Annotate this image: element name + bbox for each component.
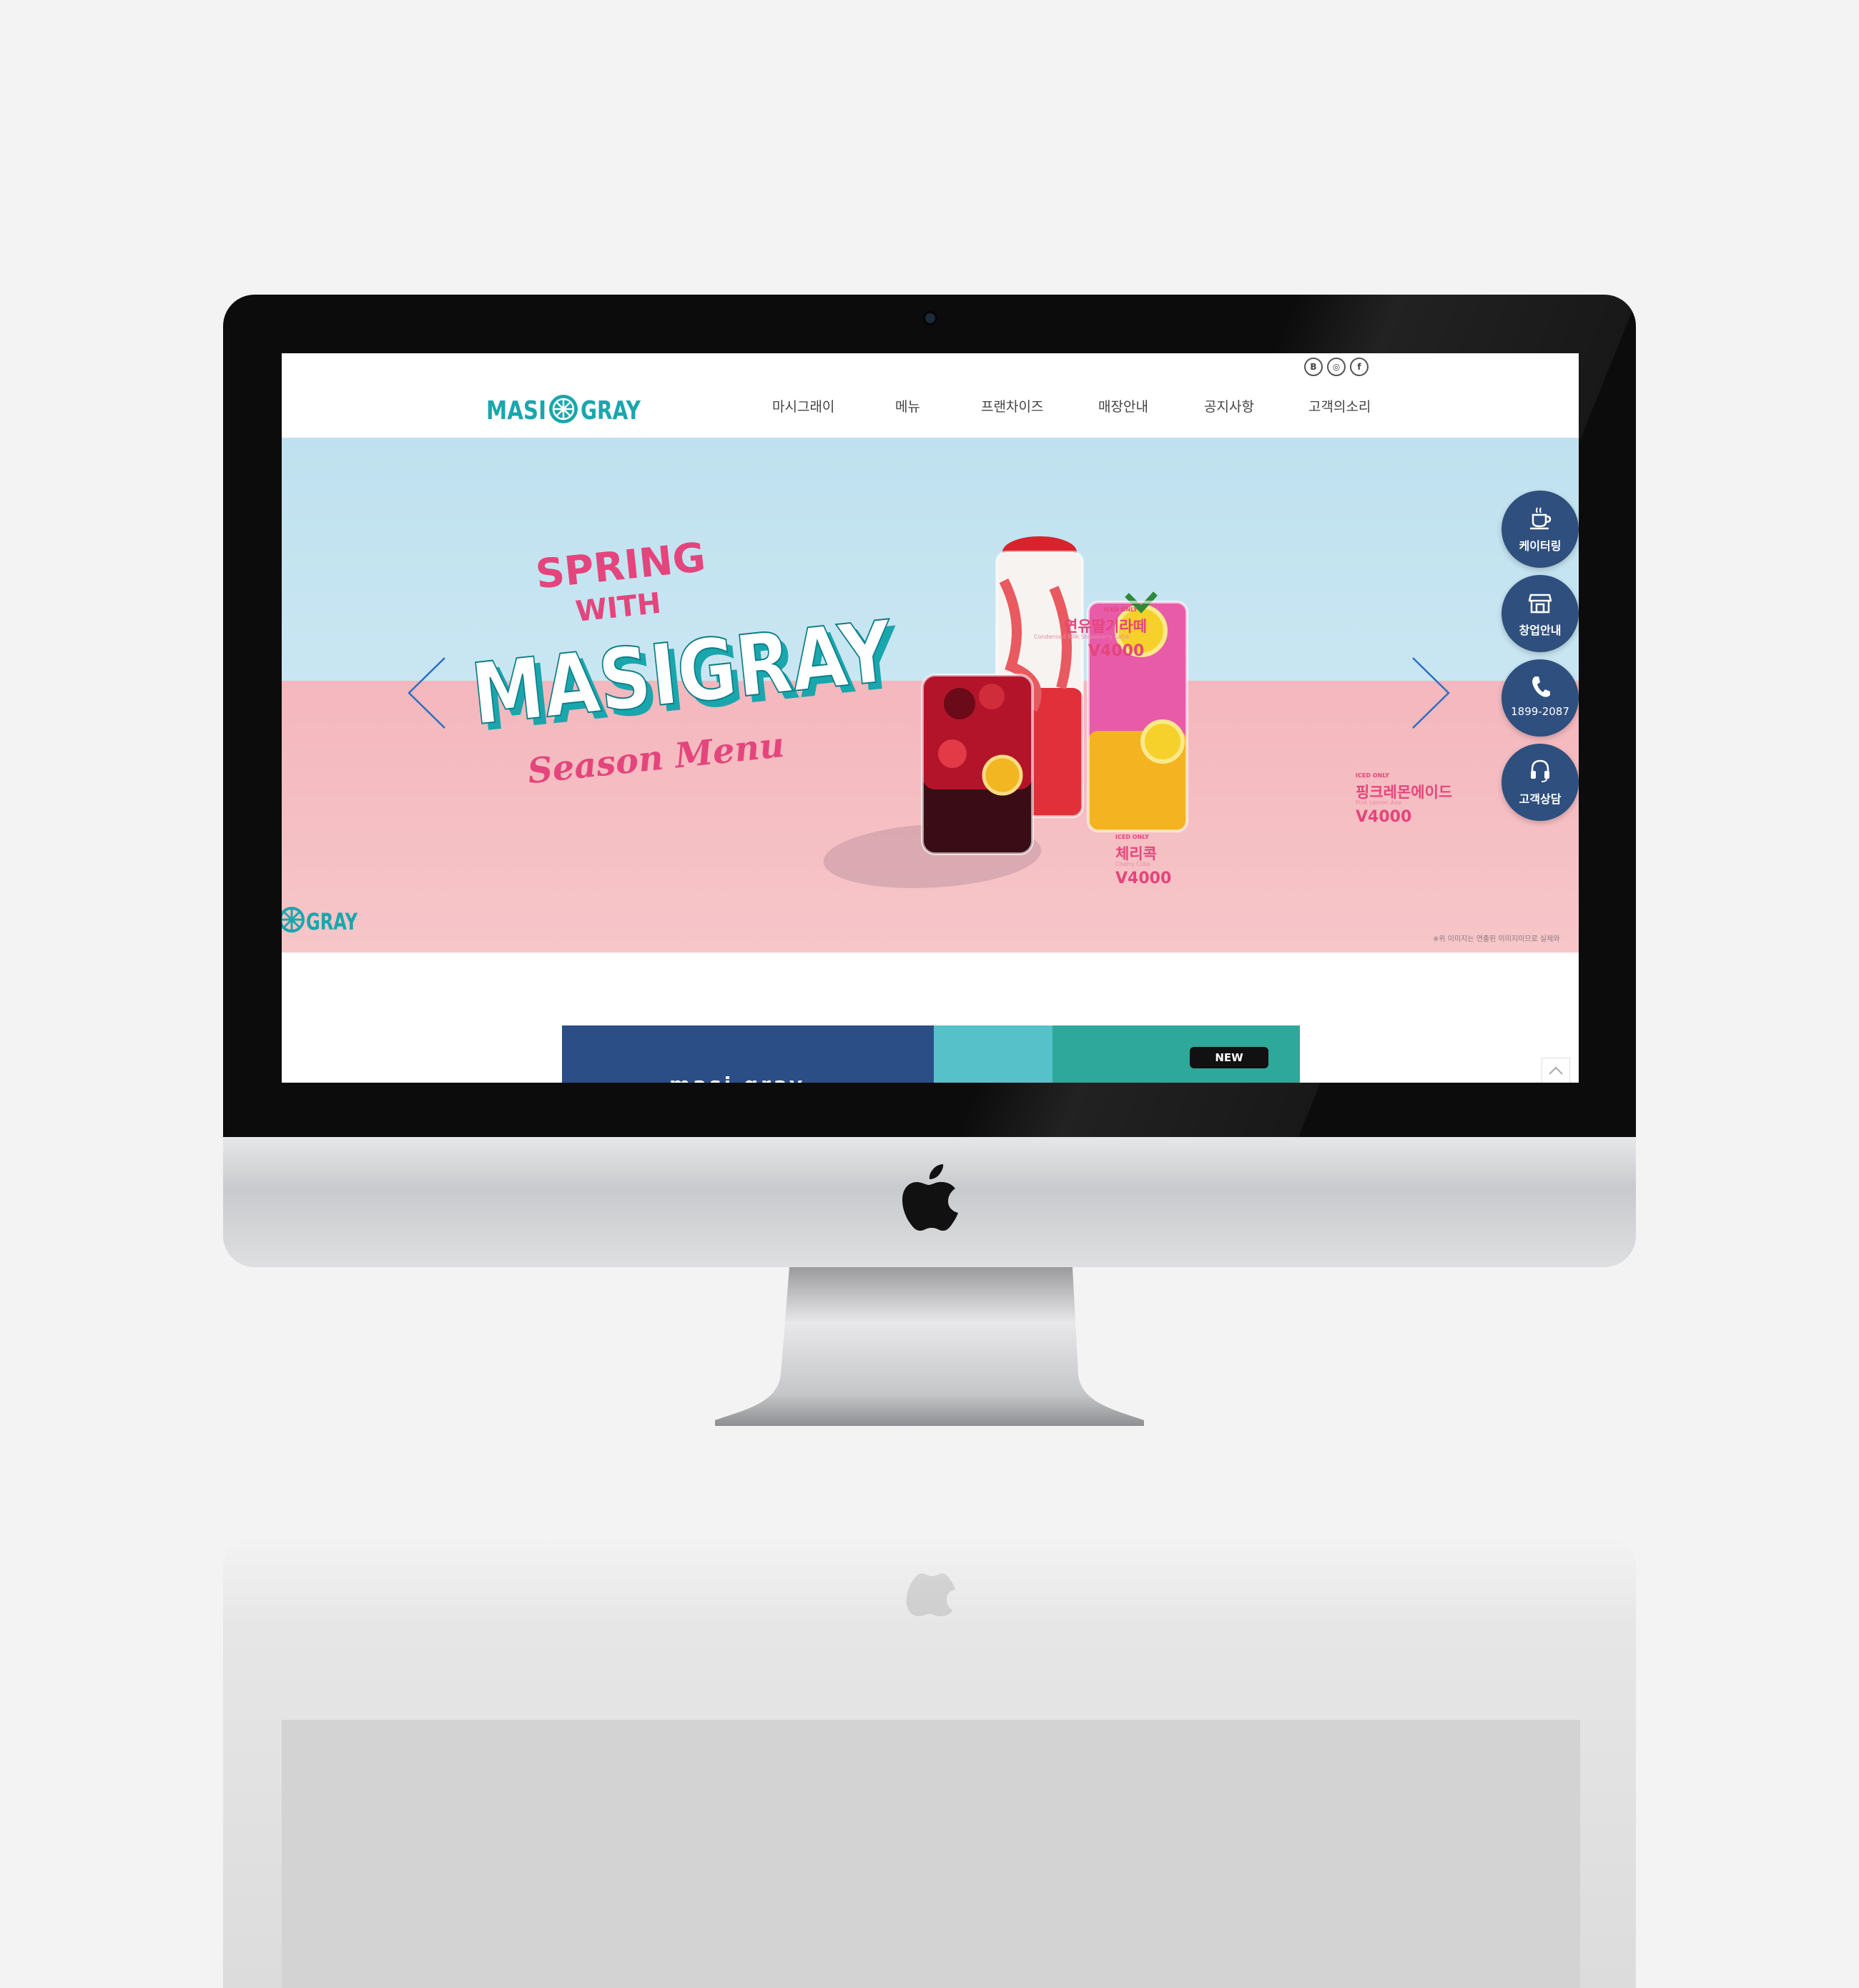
- promo-banner-middle[interactable]: [934, 1025, 1052, 1083]
- franchise-info-button[interactable]: 창업안내: [1502, 575, 1579, 652]
- latte-price: V4000: [1088, 642, 1145, 660]
- lemonade-tag: ICED ONLY: [1356, 772, 1389, 779]
- hero-slider: SPRING WITH MASIGRAY MASIGRAY Season Men…: [282, 438, 1579, 953]
- nav-masigray[interactable]: 마시그래이: [772, 396, 834, 415]
- masigray-logo[interactable]: MASI GRAY: [486, 390, 641, 425]
- facebook-icon[interactable]: f: [1350, 358, 1369, 376]
- cherry-coke-tag: ICED ONLY: [1115, 834, 1149, 840]
- website-screen: MASI GRAY 마시그래이 메뉴 프랜차이즈 매장안내 공지사항 고객의소리…: [282, 353, 1579, 1083]
- svg-text:MASI: MASI: [486, 396, 546, 425]
- lemonade-price: V4000: [1356, 808, 1412, 826]
- nav-notice[interactable]: 공지사항: [1204, 396, 1254, 415]
- svg-text:GRAY: GRAY: [581, 396, 641, 425]
- banner-logo-text: masi gray: [669, 1073, 805, 1083]
- phone-number-label: 1899-2087: [1511, 705, 1569, 718]
- lemonade-en-name: Pink Lemon Ade: [1356, 799, 1401, 806]
- scroll-top-button[interactable]: [1542, 1058, 1570, 1083]
- instagram-icon[interactable]: ◎: [1327, 358, 1346, 376]
- image-disclaimer: ※위 이미지는 연출된 이미지이므로 실제와: [1433, 935, 1560, 943]
- blog-icon[interactable]: B: [1304, 358, 1323, 376]
- latte-tag: ICED ONLY: [1104, 606, 1138, 613]
- svg-text:SPRING: SPRING: [533, 534, 708, 599]
- customer-consult-button[interactable]: 고객상담: [1502, 744, 1579, 821]
- store-icon: [1529, 594, 1552, 614]
- customer-consult-label: 고객상담: [1519, 792, 1562, 806]
- svg-text:GRAY: GRAY: [306, 908, 358, 935]
- svg-text:WITH: WITH: [574, 587, 663, 629]
- headset-icon: [1531, 759, 1549, 782]
- nav-customer-voice[interactable]: 고객의소리: [1308, 396, 1371, 415]
- site-header: MASI GRAY 마시그래이 메뉴 프랜차이즈 매장안내 공지사항 고객의소리…: [282, 353, 1579, 438]
- hero-headline: SPRING WITH MASIGRAY MASIGRAY Season Men…: [466, 534, 904, 792]
- apple-logo-icon: [902, 1164, 958, 1231]
- phone-button[interactable]: 1899-2087: [1502, 659, 1579, 737]
- monitor-stand: [715, 1267, 1144, 1426]
- coffee-cup-icon: [1530, 507, 1552, 530]
- screen-reflection: [282, 1720, 1580, 1988]
- apple-reflection-icon: [906, 1573, 956, 1617]
- prev-slide-icon[interactable]: [403, 654, 453, 732]
- nav-franchise[interactable]: 프랜차이즈: [981, 396, 1043, 415]
- hero-corner-logo: GRAY: [282, 907, 358, 935]
- nav-menu[interactable]: 메뉴: [895, 396, 920, 415]
- nav-store-info[interactable]: 매장안내: [1098, 396, 1148, 415]
- next-slide-icon[interactable]: [1404, 654, 1454, 732]
- phone-icon: [1532, 676, 1550, 697]
- cherry-coke-price: V4000: [1115, 870, 1172, 887]
- franchise-info-label: 창업안내: [1519, 624, 1562, 637]
- chevron-up-icon: [1549, 1066, 1563, 1075]
- brand-banner[interactable]: masi gray: [562, 1025, 934, 1083]
- new-badge: NEW: [1190, 1047, 1268, 1068]
- catering-button[interactable]: 케이터링: [1502, 491, 1579, 568]
- latte-en-name: Condensed Milk Strawberry Latte: [1034, 634, 1130, 640]
- webcam: [925, 313, 935, 323]
- catering-label: 케이터링: [1519, 539, 1562, 553]
- cherry-coke-en-name: Cherry Coke: [1115, 861, 1151, 867]
- cherry-coke-image: [921, 674, 1034, 855]
